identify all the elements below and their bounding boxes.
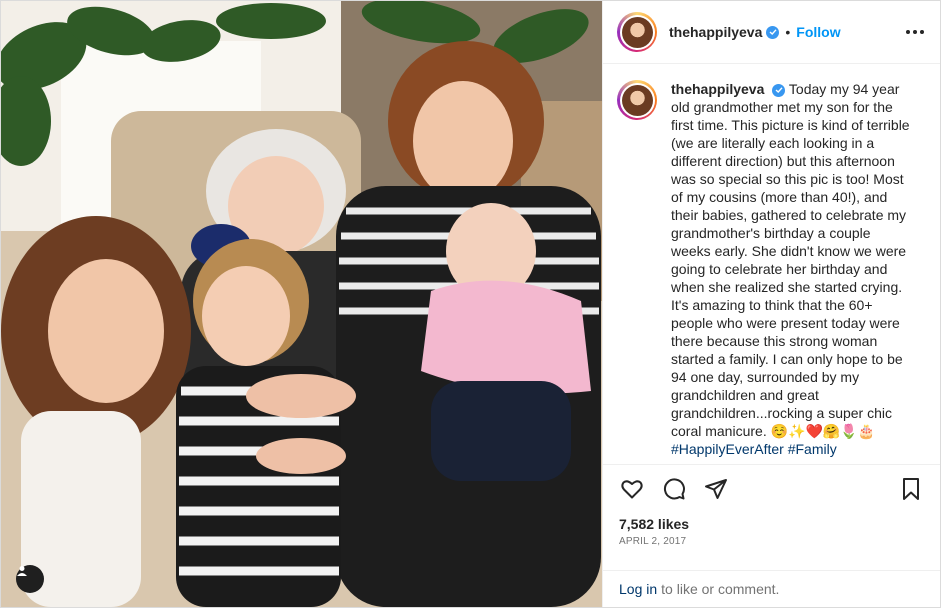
comment-icon[interactable]	[661, 476, 687, 502]
verified-badge-icon	[772, 83, 786, 97]
heart-icon[interactable]	[619, 476, 645, 502]
separator-dot: •	[785, 24, 791, 40]
post-side-panel: thehappilyeva • Follow thehappilyeva Tod…	[602, 1, 940, 607]
login-prompt: Log in to like or comment.	[603, 570, 940, 607]
login-prompt-text: to like or comment.	[661, 581, 780, 597]
follow-button[interactable]: Follow	[796, 24, 840, 40]
like-count[interactable]: 7,582 likes	[603, 512, 940, 534]
caption-area: thehappilyeva Today my 94 year old grand…	[603, 64, 940, 464]
more-options-icon[interactable]	[906, 30, 924, 34]
caption-text: Today my 94 year old grandmother met my …	[671, 81, 910, 439]
login-link[interactable]: Log in	[619, 581, 657, 597]
header-username[interactable]: thehappilyeva	[669, 24, 762, 40]
verified-badge-icon	[766, 25, 780, 39]
caption-hashtags[interactable]: #HappilyEverAfter #Family	[671, 441, 837, 457]
bookmark-icon[interactable]	[898, 476, 924, 502]
family-photo-illustration	[1, 1, 602, 607]
caption-username[interactable]: thehappilyeva	[671, 81, 764, 97]
avatar[interactable]	[617, 12, 657, 52]
user-tag-icon[interactable]	[16, 565, 44, 593]
post-header: thehappilyeva • Follow	[603, 1, 940, 64]
post-caption: thehappilyeva Today my 94 year old grand…	[671, 80, 911, 464]
instagram-post: thehappilyeva • Follow thehappilyeva Tod…	[0, 0, 941, 608]
post-photo[interactable]	[1, 1, 602, 607]
action-bar	[603, 464, 940, 512]
caption-avatar[interactable]	[617, 80, 657, 120]
paper-plane-icon[interactable]	[703, 476, 729, 502]
post-date: APRIL 2, 2017	[619, 536, 687, 547]
